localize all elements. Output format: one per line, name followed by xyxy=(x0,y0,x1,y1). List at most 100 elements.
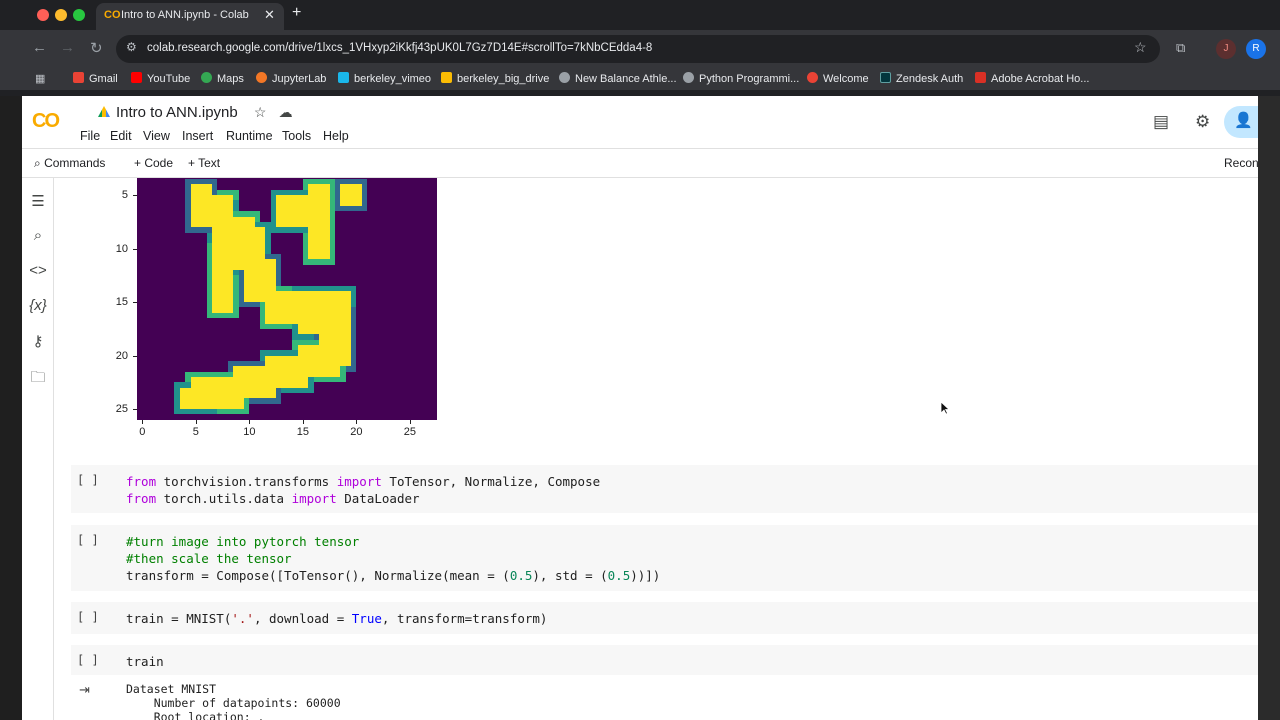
y-tick-mark xyxy=(133,409,137,411)
menu-file[interactable]: File xyxy=(80,129,100,143)
bookmark-berkeley-big-drive[interactable]: berkeley_big_drive xyxy=(441,72,549,85)
drive-icon xyxy=(98,106,110,117)
address-bar[interactable]: ⚙ colab.research.google.com/drive/1lxcs_… xyxy=(116,35,1160,63)
colab-logo[interactable]: CO xyxy=(32,110,60,133)
y-tick-label: 20 xyxy=(115,349,128,362)
share-button[interactable]: 👤 xyxy=(1224,106,1258,138)
close-tab-icon[interactable]: ✕ xyxy=(264,7,275,23)
code-cell-transform[interactable]: [ ] #turn image into pytorch tensor #the… xyxy=(71,525,1258,591)
bookmark-welcome[interactable]: Welcome xyxy=(807,72,869,85)
drive-icon xyxy=(441,72,452,83)
variables-icon[interactable]: {x} xyxy=(22,297,54,314)
add-code-button[interactable]: + Code xyxy=(134,156,173,170)
profile-avatar[interactable]: J xyxy=(1216,39,1236,59)
close-window-button[interactable] xyxy=(37,9,49,21)
bookmark-berkeley-vimeo[interactable]: berkeley_vimeo xyxy=(338,72,431,85)
cell-code[interactable]: #turn image into pytorch tensor #then sc… xyxy=(126,533,660,584)
run-cell-button[interactable]: [ ] xyxy=(77,610,99,624)
apps-grid-icon[interactable]: ▦ xyxy=(35,72,45,85)
run-cell-button[interactable]: [ ] xyxy=(77,533,99,547)
cell-code[interactable]: train = MNIST('.', download = True, tran… xyxy=(126,610,547,627)
digit-bright-pixels xyxy=(340,184,362,206)
new-tab-icon[interactable]: + xyxy=(292,4,301,22)
bookmark-gmail[interactable]: Gmail xyxy=(73,72,118,85)
cloud-icon[interactable]: ☁ xyxy=(279,104,293,120)
bookmark-youtube[interactable]: YouTube xyxy=(131,72,190,85)
y-tick-label: 15 xyxy=(115,296,128,309)
maximize-window-button[interactable] xyxy=(73,9,85,21)
bookmark-maps[interactable]: Maps xyxy=(201,72,244,85)
maps-icon xyxy=(201,72,212,83)
search-icon: ⌕ xyxy=(34,156,41,170)
bookmarks-bar: ▦ Gmail YouTube Maps JupyterLab berkeley… xyxy=(0,68,1280,90)
y-tick-label: 10 xyxy=(115,242,128,255)
acrobat-icon xyxy=(975,72,986,83)
menu-view[interactable]: View xyxy=(143,129,170,143)
jupyter-icon xyxy=(256,72,267,83)
youtube-icon xyxy=(131,72,142,83)
code-cell-load-mnist[interactable]: [ ] train = MNIST('.', download = True, … xyxy=(71,602,1258,634)
code-cell-imports[interactable]: [ ] from torchvision.transforms import T… xyxy=(71,465,1258,513)
commands-button[interactable]: ⌕ Commands xyxy=(34,156,105,171)
x-tick-mark xyxy=(195,420,197,424)
y-tick-mark xyxy=(133,302,137,304)
active-tab[interactable]: CO Intro to ANN.ipynb - Colab ✕ xyxy=(96,3,284,30)
files-folder-icon[interactable]: 🗀 xyxy=(22,367,54,392)
x-tick-label: 0 xyxy=(139,426,146,438)
code-cell-train[interactable]: [ ] train xyxy=(71,645,1258,675)
back-icon[interactable]: ← xyxy=(32,39,47,56)
table-of-contents-icon[interactable]: ☰ xyxy=(22,192,54,210)
menu-help[interactable]: Help xyxy=(323,129,349,143)
menu-edit[interactable]: Edit xyxy=(110,129,132,143)
profile-avatar-2[interactable]: R xyxy=(1246,39,1266,59)
colab-favicon-icon: CO xyxy=(104,9,121,21)
digit-bright-pixels xyxy=(179,387,212,410)
output-text: Dataset MNIST Number of datapoints: 6000… xyxy=(126,682,341,720)
digit-bright-pixels xyxy=(276,195,319,228)
settings-gear-icon[interactable]: ⚙ xyxy=(1195,112,1210,132)
browser-chrome: CO Intro to ANN.ipynb - Colab ✕ + ← → ↻ … xyxy=(0,0,1280,96)
bookmark-star-icon[interactable]: ☆ xyxy=(1134,39,1147,56)
notebook-title[interactable]: Intro to ANN.ipynb ☆ ☁ xyxy=(98,104,293,121)
add-text-button[interactable]: + Text xyxy=(188,156,220,170)
mouse-cursor xyxy=(940,401,950,415)
left-rail: ☰ ⌕ <> {x} ⚷ 🗀 xyxy=(22,178,54,720)
minimize-window-button[interactable] xyxy=(55,9,67,21)
zendesk-icon xyxy=(880,72,891,83)
x-tick-mark xyxy=(142,420,144,424)
x-tick-label: 15 xyxy=(296,426,309,438)
menu-runtime[interactable]: Runtime xyxy=(226,129,273,143)
bookmark-jupyterlab[interactable]: JupyterLab xyxy=(256,72,326,85)
bookmark-new-balance[interactable]: New Balance Athle... xyxy=(559,72,677,85)
find-replace-icon[interactable]: ⌕ xyxy=(22,227,54,244)
bookmark-zendesk-auth[interactable]: Zendesk Auth xyxy=(880,72,963,85)
run-cell-button[interactable]: [ ] xyxy=(77,473,99,487)
run-cell-button[interactable]: [ ] xyxy=(77,653,99,667)
site-info-icon[interactable]: ⚙ xyxy=(126,40,137,54)
secrets-key-icon[interactable]: ⚷ xyxy=(22,332,54,350)
menu-tools[interactable]: Tools xyxy=(282,129,311,143)
reconnect-button[interactable]: Reconn xyxy=(1224,156,1258,170)
cell-code[interactable]: train xyxy=(126,653,164,670)
cell-code[interactable]: from torchvision.transforms import ToTen… xyxy=(126,473,600,507)
welcome-icon xyxy=(807,72,818,83)
x-tick-label: 5 xyxy=(192,426,199,438)
bookmark-python-programming[interactable]: Python Programmi... xyxy=(683,72,799,85)
code-snippets-icon[interactable]: <> xyxy=(22,262,54,279)
y-tick-mark xyxy=(133,248,137,250)
bookmark-adobe-acrobat[interactable]: Adobe Acrobat Ho... xyxy=(975,72,1089,85)
extensions-icon[interactable]: ⧉ xyxy=(1176,40,1185,56)
tab-bar: CO Intro to ANN.ipynb - Colab ✕ + xyxy=(0,0,1280,30)
digit-bright-pixels xyxy=(222,216,255,228)
menu-insert[interactable]: Insert xyxy=(182,129,213,143)
reload-icon[interactable]: ↻ xyxy=(90,39,103,57)
mnist-digit-image xyxy=(137,178,437,420)
comments-icon[interactable]: ▤ xyxy=(1153,112,1169,132)
x-tick-label: 20 xyxy=(350,426,363,438)
output-actions-icon[interactable]: ⇥ xyxy=(79,682,90,698)
x-tick-mark xyxy=(409,420,411,424)
forward-icon[interactable]: → xyxy=(60,39,75,56)
navigation-bar: ← → ↻ ⚙ colab.research.google.com/drive/… xyxy=(0,30,1280,68)
star-icon[interactable]: ☆ xyxy=(254,104,267,120)
globe-icon xyxy=(559,72,570,83)
